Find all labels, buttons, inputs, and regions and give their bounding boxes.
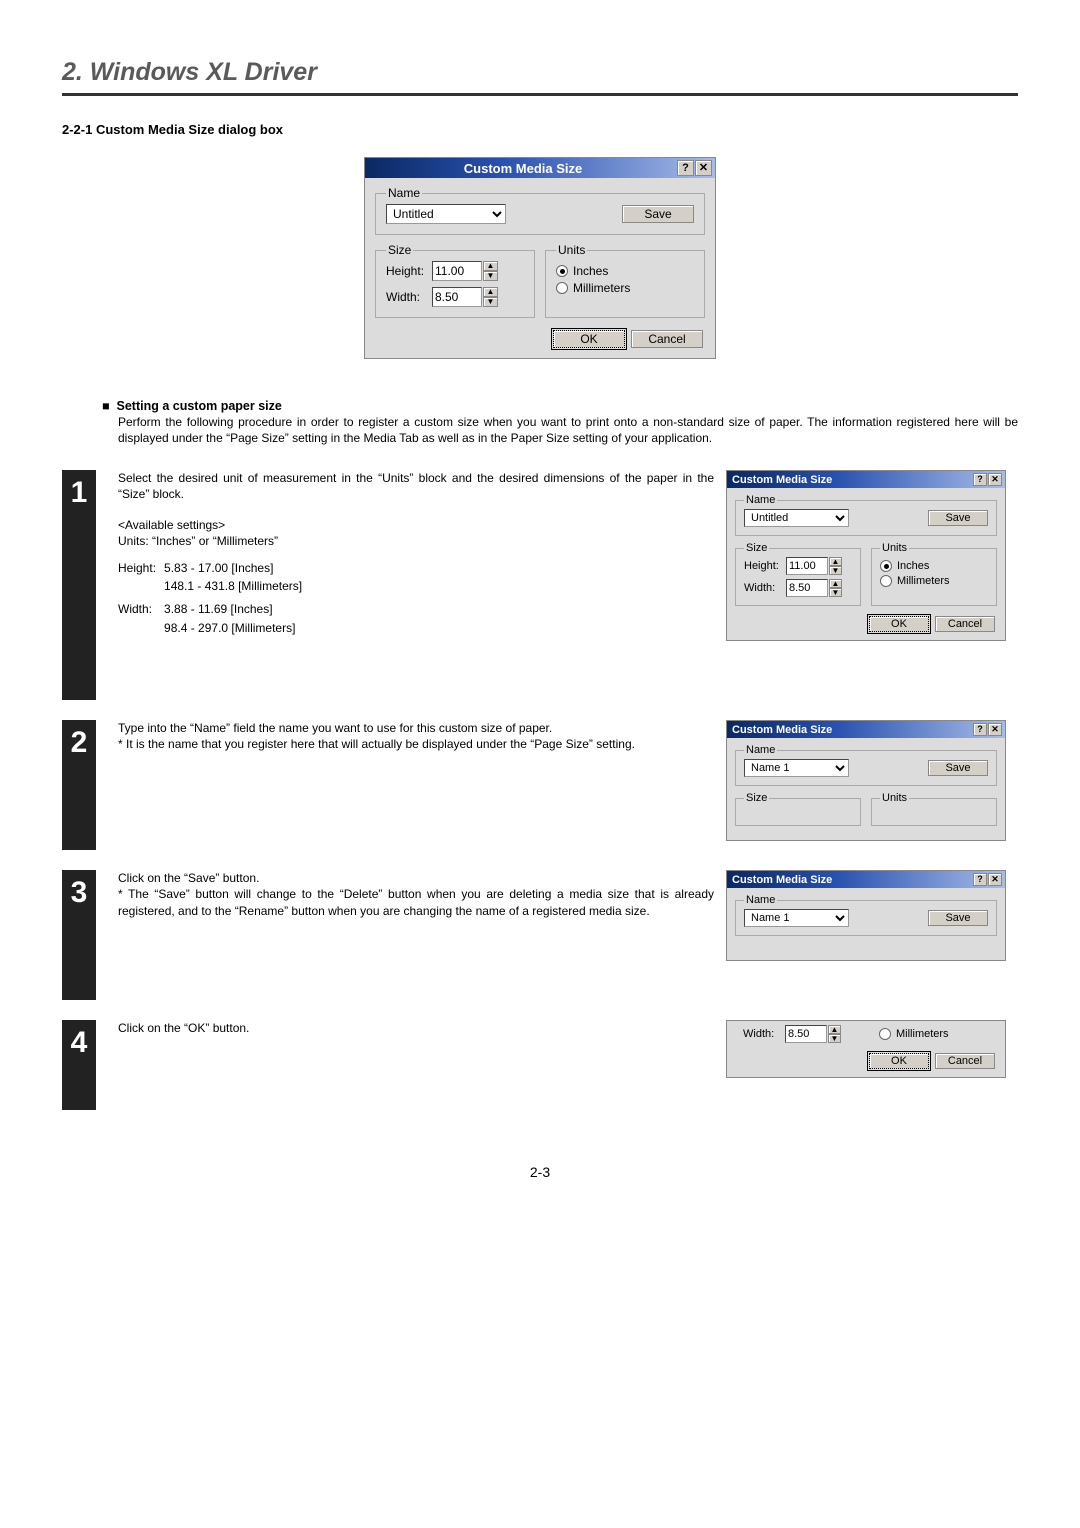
inches-radio[interactable]: Inches (880, 560, 988, 572)
width-stepper[interactable]: ▲▼ (785, 1025, 841, 1043)
custom-media-size-dialog: Custom Media Size ? ✕ Name Untitled Save… (364, 157, 716, 359)
step1-dialog: Custom Media Size ? ✕ Name Untitled Save… (726, 470, 1006, 641)
size-legend: Size (386, 243, 413, 257)
ranges-table: Height:5.83 - 17.00 [Inches] 148.1 - 431… (118, 559, 310, 637)
height-stepper[interactable]: ▲▼ (432, 261, 498, 281)
cancel-button[interactable]: Cancel (631, 330, 703, 348)
help-button[interactable]: ? (973, 723, 987, 736)
width-input[interactable] (432, 287, 482, 307)
save-button[interactable]: Save (622, 205, 694, 223)
subheading: 2-2-1 Custom Media Size dialog box (62, 122, 1018, 137)
ok-button[interactable]: OK (553, 330, 625, 348)
millimeters-radio[interactable]: Millimeters (880, 575, 988, 587)
step-number: 3 (62, 870, 96, 1000)
millimeters-radio[interactable]: Millimeters (556, 281, 694, 295)
save-button[interactable]: Save (928, 910, 988, 926)
close-button[interactable]: ✕ (695, 160, 712, 176)
close-button[interactable]: ✕ (988, 473, 1002, 486)
step-number: 1 (62, 470, 96, 700)
step-number: 4 (62, 1020, 96, 1110)
radio-off-icon (556, 282, 568, 294)
step-2: 2 Type into the “Name” field the name yo… (62, 720, 1018, 850)
ok-button[interactable]: OK (869, 1053, 929, 1069)
step-number: 2 (62, 720, 96, 850)
close-button[interactable]: ✕ (988, 723, 1002, 736)
spin-down-icon[interactable]: ▼ (483, 297, 498, 307)
cancel-button[interactable]: Cancel (935, 1053, 995, 1069)
page-title: 2. Windows XL Driver (62, 58, 1018, 96)
name-combobox[interactable]: Untitled (744, 509, 849, 527)
name-combobox[interactable]: Name 1 (744, 759, 849, 777)
spin-down-icon[interactable]: ▼ (483, 271, 498, 281)
close-button[interactable]: ✕ (988, 873, 1002, 886)
spin-up-icon[interactable]: ▲ (483, 261, 498, 271)
millimeters-radio[interactable]: Millimeters (879, 1028, 989, 1040)
name-legend: Name (386, 186, 422, 200)
section-heading: ■ Setting a custom paper size (102, 399, 1018, 413)
page-number: 2-3 (62, 1164, 1018, 1180)
section-text: Perform the following procedure in order… (118, 415, 1018, 446)
step-1: 1 Select the desired unit of measurement… (62, 470, 1018, 700)
cancel-button[interactable]: Cancel (935, 616, 995, 632)
step-4: 4 Click on the “OK” button. Width: ▲▼ (62, 1020, 1018, 1110)
height-input[interactable] (432, 261, 482, 281)
save-button[interactable]: Save (928, 760, 988, 776)
step3-dialog: Custom Media Size ? ✕ Name Name 1 Save (726, 870, 1006, 961)
width-stepper[interactable]: ▲▼ (432, 287, 498, 307)
ok-button[interactable]: OK (869, 616, 929, 632)
help-button[interactable]: ? (973, 473, 987, 486)
height-label: Height: (386, 264, 432, 278)
name-combobox[interactable]: Untitled (386, 204, 506, 224)
dialog-title: Custom Media Size (370, 161, 676, 176)
name-combobox[interactable]: Name 1 (744, 909, 849, 927)
spin-up-icon[interactable]: ▲ (483, 287, 498, 297)
step2-dialog: Custom Media Size ? ✕ Name Name 1 Save S… (726, 720, 1006, 841)
units-legend: Units (556, 243, 587, 257)
step4-dialog-fragment: Width: ▲▼ Millimeters OK Cancel (726, 1020, 1006, 1078)
help-button[interactable]: ? (677, 160, 694, 176)
radio-on-icon (556, 265, 568, 277)
inches-radio[interactable]: Inches (556, 264, 694, 278)
step-3: 3 Click on the “Save” button. * The “Sav… (62, 870, 1018, 1000)
width-label: Width: (386, 290, 432, 304)
save-button[interactable]: Save (928, 510, 988, 526)
help-button[interactable]: ? (973, 873, 987, 886)
